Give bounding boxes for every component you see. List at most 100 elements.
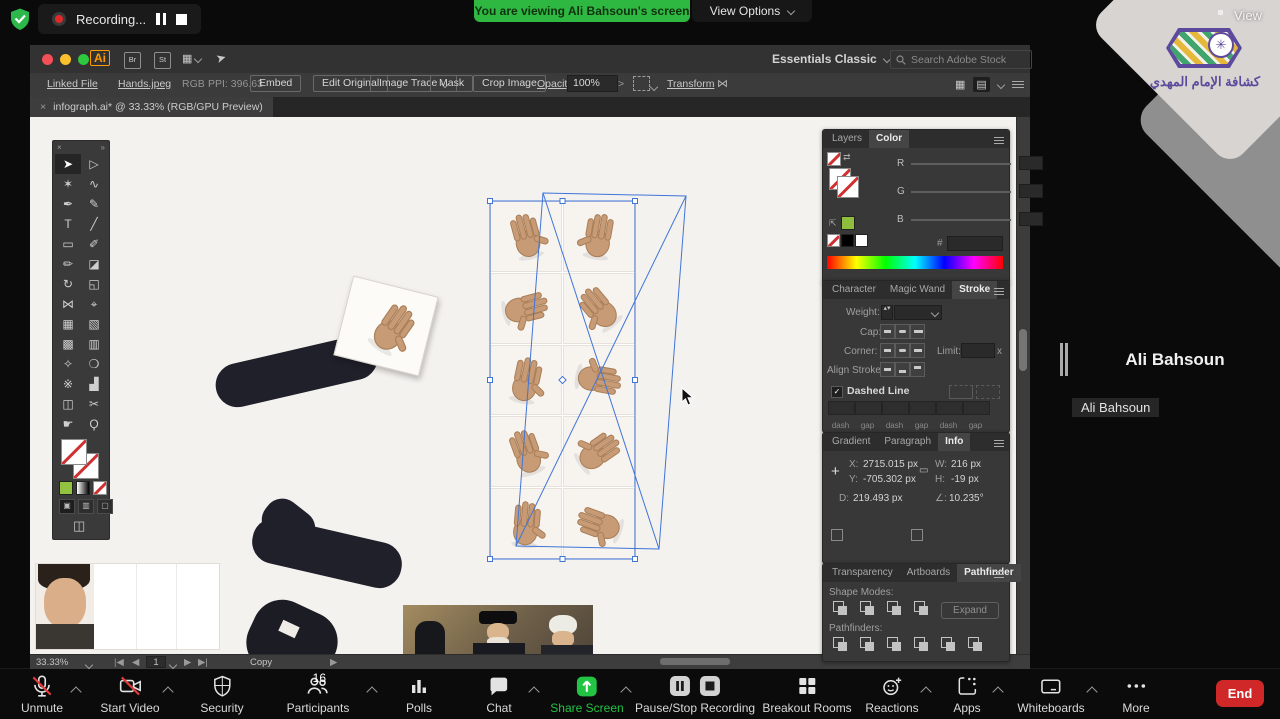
expand-button[interactable]: Expand (941, 602, 999, 619)
channel-slider[interactable] (911, 191, 1011, 193)
bridge-icon[interactable]: Br (124, 52, 141, 69)
curvature-tool[interactable]: ✎ (81, 194, 107, 214)
crop-image-button[interactable]: Crop Image (473, 75, 546, 92)
limit-field[interactable] (961, 343, 995, 358)
menu-icon[interactable] (1012, 79, 1024, 90)
eraser-tool[interactable]: ◪ (81, 254, 107, 274)
lasso-tool[interactable]: ∿ (81, 174, 107, 194)
participants-options-chevron[interactable] (368, 683, 376, 701)
align-center-button[interactable] (880, 362, 895, 377)
crop-icon[interactable] (912, 636, 932, 654)
opacity-expand-arrow[interactable]: > (618, 78, 624, 90)
pause-stop-recording-button[interactable]: Pause/Stop Recording (635, 673, 755, 715)
weight-dropdown[interactable] (894, 305, 942, 320)
panel-menu-icon[interactable] (994, 569, 1004, 580)
panel-layout-icon[interactable]: ▤ (973, 77, 989, 92)
miter-join-button[interactable] (880, 343, 895, 358)
reactions-options-chevron[interactable] (922, 683, 930, 701)
paintbrush-tool[interactable]: ✐ (81, 234, 107, 254)
perspective-grid-tool[interactable]: ▧ (81, 314, 107, 334)
whiteboards-options-chevron[interactable] (1088, 683, 1096, 701)
transform-link[interactable]: Transform (667, 78, 714, 90)
merge-icon[interactable] (885, 636, 905, 654)
dash-value-field[interactable] (828, 401, 855, 415)
whiteboards-button[interactable]: Whiteboards (1017, 673, 1084, 715)
slice-tool[interactable]: ✂ (81, 394, 107, 414)
next-artboard-icon[interactable]: ▶ (184, 657, 191, 668)
rotate-tool[interactable]: ↻ (55, 274, 81, 294)
none-swatch[interactable] (827, 234, 840, 247)
gap-preset-button[interactable] (976, 385, 1000, 399)
stroke-indicator-icon[interactable]: ⇱ (829, 218, 837, 229)
video-options-chevron[interactable] (164, 683, 172, 701)
align-options-icon[interactable]: ⋈ (717, 77, 728, 90)
dash-value-field[interactable] (936, 401, 963, 415)
reactions-button[interactable]: Reactions (865, 673, 918, 715)
hex-value-field[interactable] (947, 236, 1003, 251)
artboard-number-field[interactable]: 1 (146, 656, 166, 668)
start-video-button[interactable]: Start Video (100, 673, 159, 715)
face-photo-panel[interactable] (35, 563, 220, 650)
width-tool[interactable]: ⋈ (55, 294, 81, 314)
dashed-line-checkbox[interactable]: ✓ (831, 386, 843, 398)
apps-options-chevron[interactable] (994, 683, 1002, 701)
scale-tool[interactable]: ◱ (81, 274, 107, 294)
document-tab[interactable]: × infograph.ai* @ 33.33% (RGB/GPU Previe… (30, 97, 273, 117)
last-artboard-icon[interactable]: ▶| (198, 657, 208, 668)
direct-selection-tool[interactable]: ▷ (81, 154, 107, 174)
adobe-stock-search-input[interactable]: Search Adobe Stock (890, 50, 1032, 69)
none-stroke-swatch[interactable] (837, 176, 859, 198)
shape-builder-tool[interactable]: ▦ (55, 314, 81, 334)
hand-photo-cell[interactable] (563, 488, 635, 559)
arrange-documents-icon[interactable]: ▦ (182, 52, 201, 65)
black-swatch[interactable] (841, 234, 854, 247)
align-inside-button[interactable] (895, 362, 910, 377)
unmute-options-chevron[interactable] (72, 683, 80, 701)
artboard-dropdown-chevron[interactable] (170, 660, 176, 671)
arm-with-card-image[interactable] (212, 285, 432, 385)
chevron-down-icon[interactable] (651, 81, 657, 93)
dash-value-field[interactable] (882, 401, 909, 415)
artboard-canvas[interactable]: × » ➤▷✶∿✒✎T╱▭✐✏◪↻◱⋈⌖▦▧▩▥✧❍※▟◫✂☛Ϙ ▣ ▥ ▢ ◫ (30, 117, 1030, 654)
unite-icon[interactable] (831, 600, 851, 618)
outline-icon[interactable] (939, 636, 959, 654)
draw-inside-button[interactable]: ▢ (97, 499, 113, 514)
resize-handle-bar[interactable] (1060, 343, 1063, 376)
magic-wand-tool[interactable]: ✶ (55, 174, 81, 194)
zoom-window-button[interactable] (78, 54, 89, 65)
panel-menu-icon[interactable] (994, 438, 1004, 449)
prev-artboard-icon[interactable]: ◀ (132, 657, 139, 668)
view-options-button[interactable]: View Options (692, 0, 812, 22)
dash-preset-button[interactable] (949, 385, 973, 399)
hand-photo-cell[interactable] (563, 273, 635, 344)
draw-behind-button[interactable]: ▥ (78, 499, 94, 514)
zoom-dropdown-chevron[interactable] (86, 660, 92, 671)
panel-tab-stroke[interactable]: Stroke (952, 281, 997, 299)
end-meeting-button[interactable]: End (1216, 680, 1264, 707)
share-icon[interactable]: ➤ (214, 50, 227, 66)
polls-button[interactable]: Polls (406, 673, 432, 715)
panel-tab-transparency[interactable]: Transparency (825, 564, 900, 582)
breakout-rooms-button[interactable]: Breakout Rooms (762, 673, 851, 715)
unmute-button[interactable]: Unmute (21, 673, 63, 715)
column-graph-tool[interactable]: ▟ (81, 374, 107, 394)
filename-link[interactable]: Hands.jpeg (118, 78, 171, 90)
share-options-chevron[interactable] (622, 683, 630, 701)
workspace-switcher[interactable]: Essentials Classic (772, 52, 890, 66)
panel-tab-layers[interactable]: Layers (825, 130, 869, 148)
last-color-swatch[interactable] (841, 216, 855, 230)
mesh-tool[interactable]: ▩ (55, 334, 81, 354)
round-join-button[interactable] (895, 343, 910, 358)
pen-tool[interactable]: ✒ (55, 194, 81, 214)
artboard-tool[interactable]: ◫ (55, 394, 81, 414)
draw-normal-button[interactable]: ▣ (59, 499, 75, 514)
channel-value-field[interactable] (1019, 212, 1043, 226)
type-tool[interactable]: T (55, 214, 81, 234)
color-spectrum-bar[interactable] (827, 256, 1003, 269)
panel-tab-gradient[interactable]: Gradient (825, 433, 877, 451)
minimize-window-button[interactable] (60, 54, 71, 65)
selection-tool[interactable]: ➤ (55, 154, 81, 174)
share-screen-button[interactable]: Share Screen (550, 673, 623, 715)
panel-tab-character[interactable]: Character (825, 281, 883, 299)
panel-tab-pathfinder[interactable]: Pathfinder (957, 564, 1020, 582)
